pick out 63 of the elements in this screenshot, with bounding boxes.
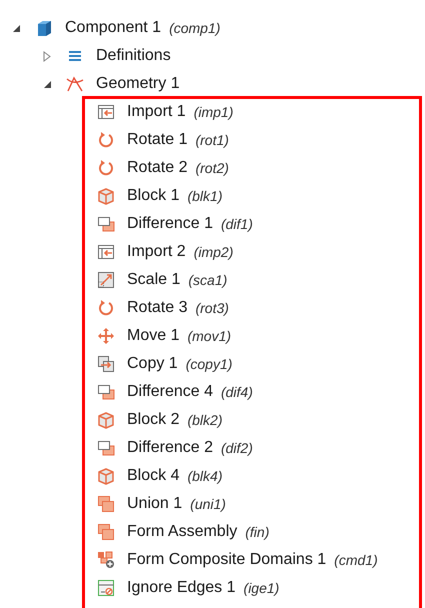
tree-item-label[interactable]: Difference 1 (127, 212, 213, 236)
import-icon (97, 103, 115, 121)
collapsed-arrow-icon[interactable] (43, 50, 51, 62)
tree-item-label[interactable]: Rotate 2 (127, 156, 188, 180)
tree-item-label[interactable]: Union 1 (127, 492, 182, 516)
rotate-icon (97, 299, 115, 317)
tree-item-label[interactable]: Difference 2 (127, 436, 213, 460)
import-icon (97, 243, 115, 261)
tree-item-label[interactable]: Ignore Edges 1 (127, 576, 236, 600)
copy-icon (97, 355, 115, 373)
tree-item-tag: (blk2) (187, 410, 222, 430)
tree-item-tag: (mov1) (187, 326, 232, 346)
move-arrows-icon (97, 327, 115, 345)
tree-item-label[interactable]: Geometry 1 (96, 72, 180, 96)
box-icon (97, 411, 115, 429)
tree-item-tag: (imp2) (194, 242, 234, 262)
overlapping-squares-icon (97, 215, 115, 233)
tree-item-label[interactable]: Block 2 (127, 408, 180, 432)
rotate-icon (97, 131, 115, 149)
union-squares-icon (97, 495, 115, 513)
box-icon (97, 467, 115, 485)
geometry-icon (66, 75, 84, 93)
tree-item-label[interactable]: Rotate 3 (127, 296, 188, 320)
cube-icon (35, 19, 53, 37)
overlapping-squares-icon (97, 383, 115, 401)
tree-item-tag: (dif2) (220, 438, 253, 458)
tree-item-tag: (blk4) (187, 466, 222, 486)
expanded-arrow-icon[interactable] (12, 24, 20, 32)
scale-icon (97, 271, 115, 289)
union-squares-icon (97, 523, 115, 541)
overlapping-squares-icon (97, 439, 115, 457)
tree-item-label[interactable]: Import 2 (127, 240, 186, 264)
tree-item-tag: (sca1) (188, 270, 228, 290)
tree-item-label[interactable]: Block 4 (127, 464, 180, 488)
tree-item-tag: (ige1) (244, 578, 280, 598)
tree-item-label[interactable]: Import 1 (127, 100, 186, 124)
tree-item-label[interactable]: Component 1 (65, 16, 162, 40)
tree-item-label[interactable]: Block 1 (127, 184, 180, 208)
rotate-icon (97, 159, 115, 177)
tree-item-label[interactable]: Definitions (96, 44, 171, 68)
tree-item-tag: (cmd1) (334, 550, 378, 570)
ignore-edges-icon (97, 579, 115, 597)
tree-item-label[interactable]: Form Composite Domains 1 (127, 548, 326, 572)
tree-item-label[interactable]: Difference 4 (127, 380, 213, 404)
tree-item-label[interactable]: Copy 1 (127, 352, 178, 376)
tree-item-tag: (rot3) (195, 298, 229, 318)
tree-item-label[interactable]: Scale 1 (127, 268, 180, 292)
tree-item-tag: (fin) (245, 522, 270, 542)
tree-item-tag: (blk1) (187, 186, 222, 206)
tree-item-tag: (dif1) (220, 214, 253, 234)
tree-item-tag: (dif4) (220, 382, 253, 402)
tree-item-tag: (uni1) (190, 494, 226, 514)
tree-item-tag: (comp1) (169, 18, 220, 38)
expanded-arrow-icon[interactable] (42, 80, 52, 88)
tree-item-tag: (copy1) (186, 354, 232, 374)
tree-item-label[interactable]: Rotate 1 (127, 128, 188, 152)
tree-item-tag: (rot2) (195, 158, 229, 178)
tree-item-label[interactable]: Move 1 (127, 324, 180, 348)
cubes-plus-icon (97, 551, 115, 569)
tree-item-tag: (rot1) (195, 130, 229, 150)
tree-item-tag: (imp1) (194, 102, 234, 122)
tree-item-label[interactable]: Form Assembly (127, 520, 238, 544)
box-icon (97, 187, 115, 205)
